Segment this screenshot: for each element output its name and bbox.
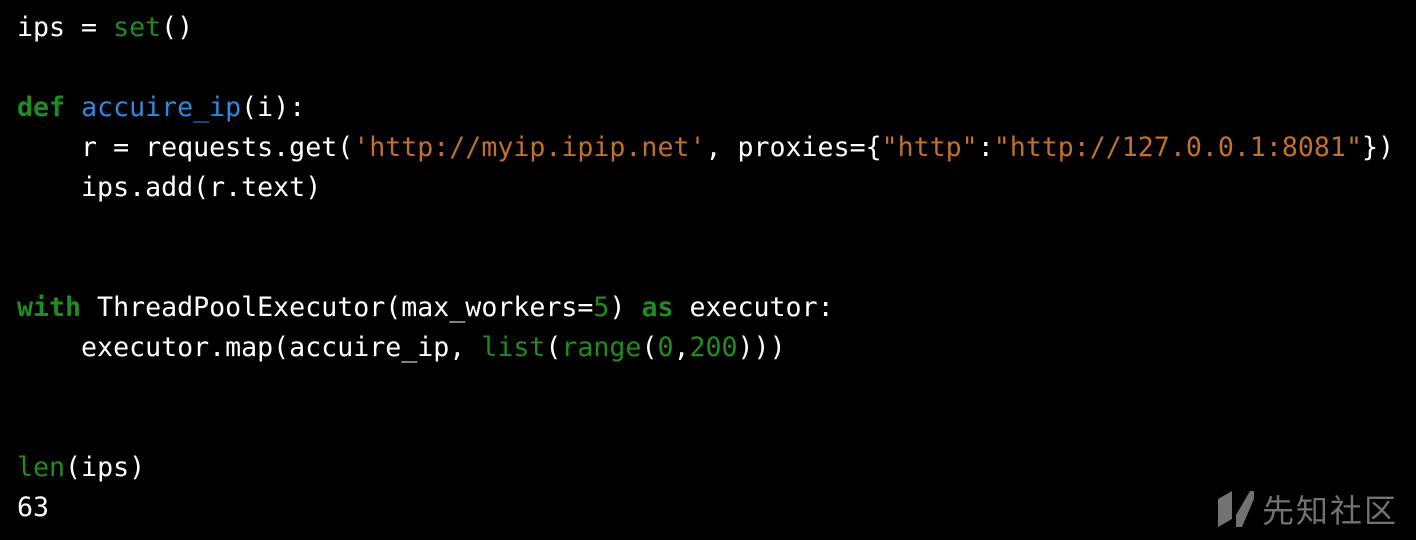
code-token: def [17, 92, 66, 123]
code-token: (i): [241, 92, 306, 123]
code-line: def accuire_ip(i): [17, 88, 1394, 128]
code-token: (ips) [65, 452, 146, 483]
code-token: ))) [737, 332, 786, 363]
code-token: ips = [17, 12, 114, 43]
code-token: set [113, 12, 162, 43]
code-token: "http://127.0.0.1:8081" [993, 132, 1362, 163]
code-line: executor.map(accuire_ip, list(range(0,20… [17, 328, 1394, 368]
code-line: ips.add(r.text) [17, 168, 1394, 208]
code-token: 200 [689, 332, 738, 363]
code-token: }) [1361, 132, 1394, 163]
code-token: accuire_ip [81, 92, 242, 123]
code-token: 63 [17, 492, 50, 523]
code-token: : [977, 132, 994, 163]
code-token: executor: [673, 292, 834, 323]
code-line: 63 [17, 488, 1394, 528]
code-line: ips = set() [17, 8, 1394, 48]
watermark-text: 先知社区 [1261, 492, 1398, 530]
code-token: ips.add(r.text) [17, 172, 322, 203]
code-token: 5 [593, 292, 610, 323]
code-token: len [17, 452, 66, 483]
code-token: list [481, 332, 546, 363]
code-line: len(ips) [17, 448, 1394, 488]
code-token: 0 [657, 332, 674, 363]
code-token: ( [641, 332, 658, 363]
code-token: , proxies={ [705, 132, 882, 163]
code-token: range [561, 332, 642, 363]
code-token: ThreadPoolExecutor(max_workers= [81, 292, 594, 323]
code-line: with ThreadPoolExecutor(max_workers=5) a… [17, 288, 1394, 328]
code-token: 'http://myip.ipip.net' [353, 132, 706, 163]
code-token: r = requests.get( [17, 132, 354, 163]
code-line: r = requests.get('http://myip.ipip.net',… [17, 128, 1394, 168]
code-editor: ips = set() def accuire_ip(i): r = reque… [17, 8, 1394, 528]
code-token: , [673, 332, 690, 363]
code-token: with [17, 292, 82, 323]
xianzhi-logo-icon [1216, 489, 1256, 529]
code-token: ) [609, 292, 642, 323]
code-token: as [641, 292, 674, 323]
watermark: 先知社区 [1216, 486, 1398, 532]
code-token: () [161, 12, 194, 43]
code-token: ( [545, 332, 562, 363]
code-token: executor.map(accuire_ip, [17, 332, 482, 363]
code-token: "http" [881, 132, 978, 163]
